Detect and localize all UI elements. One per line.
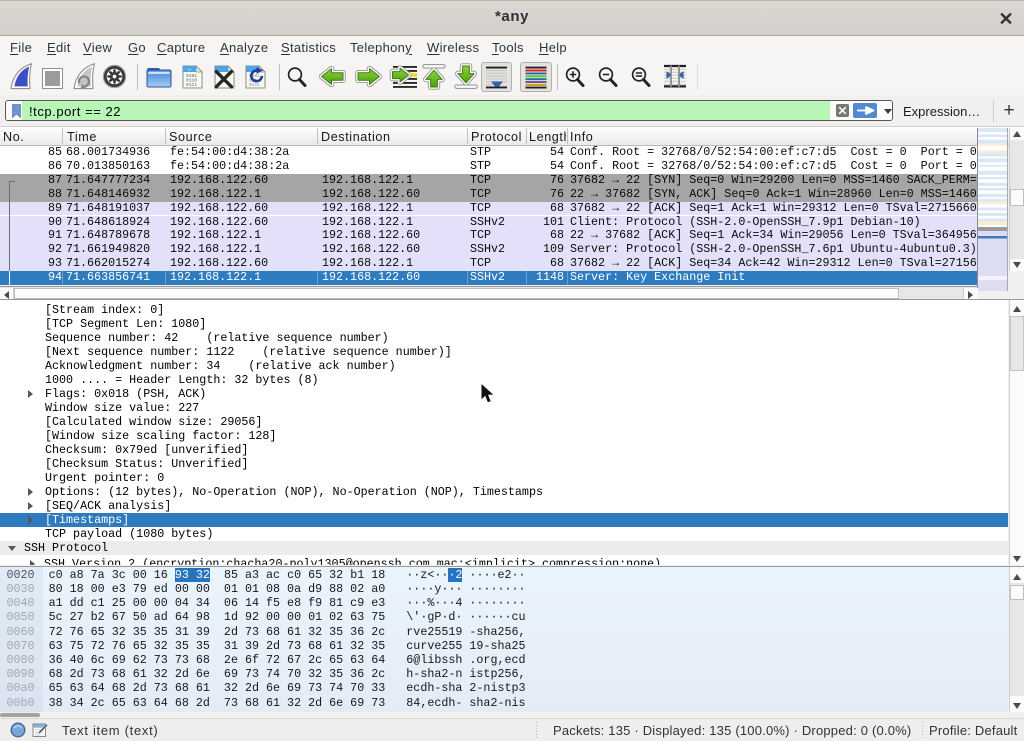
svg-text:0111: 0111 <box>249 82 260 88</box>
svg-text:0111: 0111 <box>186 82 197 88</box>
